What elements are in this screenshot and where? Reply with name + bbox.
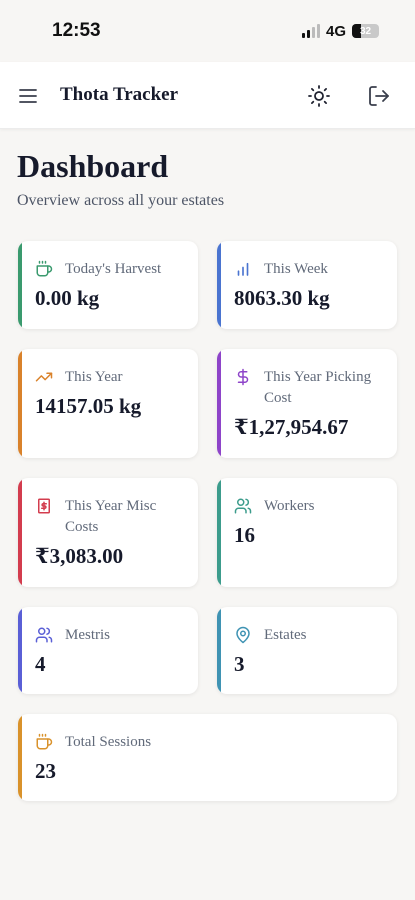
page-subtitle: Overview across all your estates: [17, 192, 225, 209]
card-label: Mestris: [65, 627, 110, 643]
card-accent: [217, 478, 221, 587]
logout-button[interactable]: [367, 84, 391, 108]
stat-card-total-sessions: Total Sessions 23: [18, 714, 397, 801]
card-label: Today's Harvest: [65, 261, 162, 277]
card-label: Total Sessions: [65, 734, 152, 750]
menu-icon: [19, 89, 37, 103]
status-time: 12:53: [52, 20, 101, 41]
card-label: This Year: [65, 369, 123, 385]
card-value: 8063.30 kg: [234, 286, 330, 310]
map-pin-icon: [234, 626, 252, 644]
users-icon: [234, 497, 252, 515]
card-label: This Week: [264, 261, 328, 277]
card-accent: [217, 349, 221, 458]
battery-icon: 32: [352, 24, 379, 38]
page-title: Dashboard: [17, 148, 169, 184]
stat-card-misc-costs: This Year Misc Costs ₹3,083.00: [18, 478, 198, 587]
stat-card-workers: Workers 16: [217, 478, 397, 587]
trending-up-icon: [35, 368, 53, 386]
card-value: 16: [234, 523, 255, 547]
logout-icon: [369, 86, 389, 106]
card-accent: [18, 607, 22, 694]
cup-icon: [35, 260, 53, 278]
stat-card-estates: Estates 3: [217, 607, 397, 694]
stat-card-this-week: This Week 8063.30 kg: [217, 241, 397, 329]
card-label: Estates: [264, 627, 307, 643]
cup-icon: [35, 733, 53, 751]
status-indicators: 4G 32: [301, 22, 379, 40]
theme-toggle-button[interactable]: [307, 84, 331, 108]
users-icon: [35, 626, 53, 644]
card-value: 4: [35, 652, 46, 676]
card-accent: [18, 349, 22, 458]
card-value: ₹1,27,954.67: [234, 415, 349, 439]
card-value: 0.00 kg: [35, 286, 100, 310]
app-header: Thota Tracker: [0, 62, 415, 129]
stat-card-picking-cost: This Year Picking Cost ₹1,27,954.67: [217, 349, 397, 458]
menu-button[interactable]: [18, 86, 38, 106]
card-accent: [217, 241, 221, 329]
card-accent: [18, 241, 22, 329]
network-type: 4G: [325, 22, 346, 40]
card-accent: [217, 607, 221, 694]
dollar-icon: [234, 368, 252, 386]
stat-card-this-year: This Year 14157.05 kg: [18, 349, 198, 458]
card-accent: [18, 714, 22, 801]
stat-card-todays-harvest: Today's Harvest 0.00 kg: [18, 241, 198, 329]
card-label: This Year Misc Costs: [65, 498, 157, 535]
card-label: Workers: [264, 498, 315, 514]
card-value: 14157.05 kg: [35, 394, 142, 418]
card-accent: [18, 478, 22, 587]
card-value: 3: [234, 652, 245, 676]
bar-chart-icon: [234, 260, 252, 278]
signal-icon: [301, 24, 320, 38]
card-label: This Year Picking Cost: [264, 369, 372, 406]
stat-card-mestris: Mestris 4: [18, 607, 198, 694]
app-title: Thota Tracker: [60, 84, 179, 105]
receipt-icon: [35, 497, 53, 515]
card-value: 23: [35, 759, 56, 783]
sun-icon: [308, 85, 330, 107]
status-bar: 12:53 4G 32: [0, 0, 415, 62]
card-value: ₹3,083.00: [35, 544, 124, 568]
battery-level: 32: [359, 25, 372, 37]
